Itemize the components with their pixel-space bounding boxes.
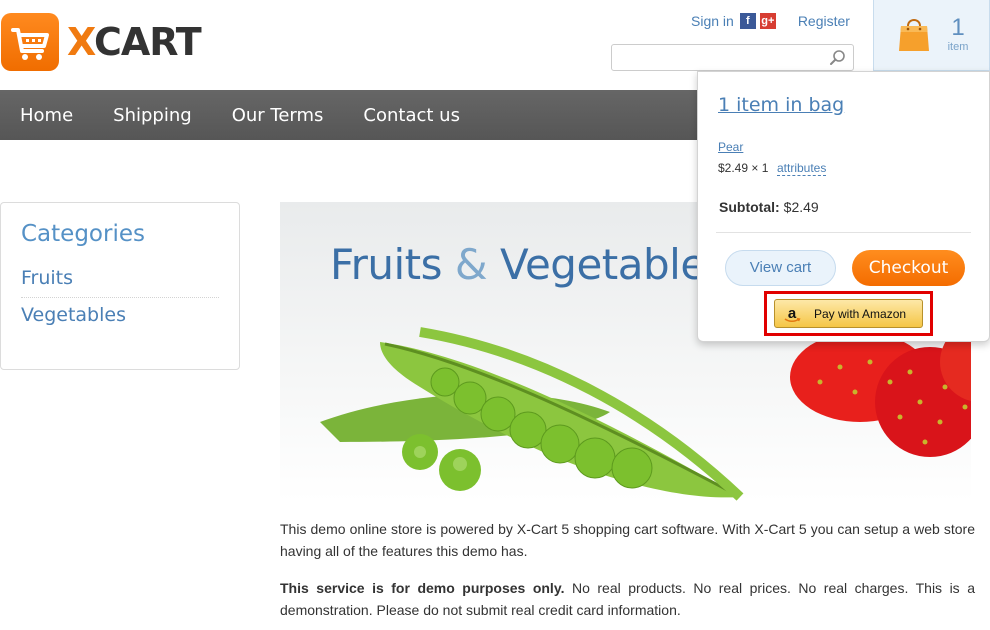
cart-item-link[interactable]: Pear <box>718 140 743 154</box>
category-fruits[interactable]: Fruits <box>21 261 219 298</box>
sign-in-link[interactable]: Sign in <box>691 13 734 29</box>
cart-count: 1 <box>951 14 965 41</box>
view-cart-button[interactable]: View cart <box>725 250 836 286</box>
nav-contact-us[interactable]: Contact us <box>363 105 460 126</box>
pay-with-amazon-button[interactable]: a Pay with Amazon <box>774 299 923 328</box>
cart-count-label: item <box>947 41 969 53</box>
divider <box>716 232 971 233</box>
logo[interactable]: XCART <box>1 13 202 71</box>
search-box <box>611 44 854 71</box>
categories-title: Categories <box>21 221 145 247</box>
nav-our-terms[interactable]: Our Terms <box>232 105 324 126</box>
checkout-button[interactable]: Checkout <box>852 250 965 286</box>
pay-with-amazon-label: Pay with Amazon <box>814 306 907 321</box>
top-links: Sign in f g+ Register <box>691 13 850 29</box>
demo-notice-bold: This service is for demo purposes only. <box>280 580 565 596</box>
minicart-popup: 1 item in bag Pear $2.49 × 1 attributes … <box>697 71 990 342</box>
demo-notice-paragraph: This service is for demo purposes only. … <box>280 577 975 621</box>
search-input[interactable] <box>612 45 822 70</box>
search-icon[interactable] <box>829 49 847 67</box>
categories-panel: Categories Fruits Vegetables <box>0 202 240 370</box>
attributes-link[interactable]: attributes <box>777 161 827 176</box>
shopping-bag-icon <box>899 19 929 51</box>
svg-text:a: a <box>788 305 797 322</box>
google-plus-icon[interactable]: g+ <box>759 13 776 29</box>
subtotal: Subtotal: $2.49 <box>719 199 819 215</box>
subtotal-label: Subtotal: <box>719 199 780 215</box>
logo-text: XCART <box>67 20 202 64</box>
category-vegetables[interactable]: Vegetables <box>21 298 219 334</box>
items-in-bag-link[interactable]: 1 item in bag <box>718 94 844 116</box>
intro-paragraph: This demo online store is powered by X-C… <box>280 521 975 559</box>
highlight-box: a Pay with Amazon <box>764 291 933 336</box>
logo-text-rest: CART <box>93 20 202 64</box>
minicart-button[interactable]: 1 item <box>873 0 990 71</box>
cart-logo-icon <box>1 13 59 71</box>
register-link[interactable]: Register <box>798 13 850 29</box>
subtotal-value: $2.49 <box>783 199 819 215</box>
nav-home[interactable]: Home <box>20 105 73 126</box>
cart-item-price: $2.49 × 1 <box>718 161 769 175</box>
nav-shipping[interactable]: Shipping <box>113 105 192 126</box>
amazon-icon: a <box>784 305 801 322</box>
facebook-icon[interactable]: f <box>739 13 756 29</box>
